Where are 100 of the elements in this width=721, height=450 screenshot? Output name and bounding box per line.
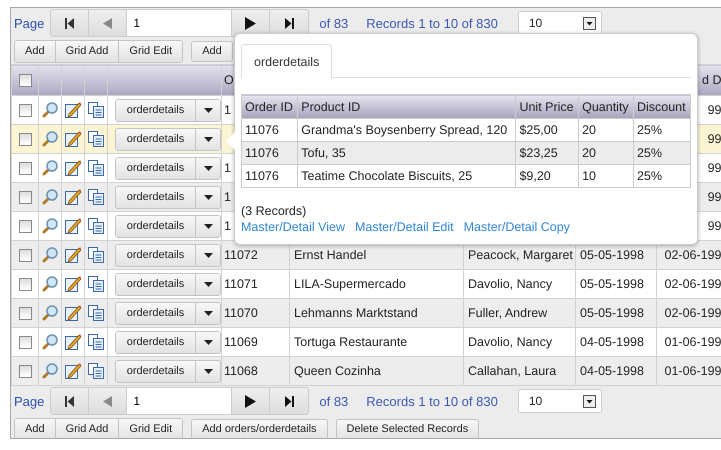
search-icon[interactable] xyxy=(41,275,59,293)
toolbar-button[interactable]: Add orders/orderdetails xyxy=(191,418,328,438)
column-header[interactable]: Quantity xyxy=(578,94,634,118)
detail-button[interactable]: orderdetails xyxy=(116,216,196,236)
dropdown-button[interactable] xyxy=(196,302,220,324)
last-page-button[interactable] xyxy=(270,388,308,414)
dropdown-button[interactable] xyxy=(196,274,220,294)
first-page-button[interactable] xyxy=(51,10,90,36)
detail-link[interactable]: Master/Detail Edit xyxy=(354,220,454,234)
edit-icon[interactable] xyxy=(64,333,82,351)
edit-icon[interactable] xyxy=(64,159,82,177)
column-header[interactable]: Order ID xyxy=(242,94,298,118)
search-icon[interactable] xyxy=(41,304,59,322)
page-size-select[interactable]: 10 xyxy=(518,389,602,413)
copy-icon[interactable] xyxy=(87,217,105,235)
dropdown-button[interactable] xyxy=(196,244,220,266)
row-checkbox[interactable] xyxy=(18,307,32,320)
detail-button[interactable]: orderdetails xyxy=(116,360,196,382)
toolbar-button[interactable]: Grid Edit xyxy=(119,40,182,62)
detail-link[interactable]: Master/Detail Copy xyxy=(464,220,570,234)
edit-icon[interactable] xyxy=(64,246,82,264)
search-icon[interactable] xyxy=(41,362,59,380)
next-page-button[interactable] xyxy=(232,388,270,414)
page-size-select[interactable]: 10 xyxy=(518,11,602,35)
row-checkbox[interactable] xyxy=(18,220,32,234)
edit-icon[interactable] xyxy=(64,304,82,322)
detail-link[interactable]: Master/Detail View xyxy=(241,220,345,234)
detail-button[interactable]: orderdetails xyxy=(116,128,196,150)
edit-icon[interactable] xyxy=(64,217,82,235)
copy-icon[interactable] xyxy=(87,246,105,264)
row-checkbox[interactable] xyxy=(18,249,32,262)
dropdown-button[interactable] xyxy=(196,100,220,120)
toolbar-button[interactable]: Grid Edit xyxy=(119,418,182,438)
detail-button[interactable]: orderdetails xyxy=(116,158,196,178)
search-icon[interactable] xyxy=(41,246,59,264)
search-icon[interactable] xyxy=(41,130,59,148)
toolbar-button[interactable]: Grid Add xyxy=(56,40,120,62)
column-header[interactable]: Discount xyxy=(633,94,690,118)
detail-button[interactable]: orderdetails xyxy=(116,244,196,266)
last-page-icon xyxy=(284,18,294,28)
copy-icon[interactable] xyxy=(87,333,105,351)
search-icon[interactable] xyxy=(41,333,59,351)
column-header[interactable]: d D xyxy=(702,73,721,87)
copy-icon[interactable] xyxy=(87,159,105,177)
tab[interactable]: orderdetails xyxy=(241,44,332,78)
table-cell: 11071 xyxy=(224,277,258,291)
column-header[interactable]: O xyxy=(224,73,234,87)
dropdown-button[interactable] xyxy=(196,158,220,178)
table-cell: 1 xyxy=(224,190,231,204)
row-checkbox[interactable] xyxy=(18,104,32,118)
detail-button[interactable]: orderdetails xyxy=(116,186,196,208)
edit-icon[interactable] xyxy=(64,275,82,293)
select-all-checkbox[interactable] xyxy=(18,74,32,88)
page-input[interactable]: 1 xyxy=(127,10,232,36)
row-checkbox[interactable] xyxy=(18,278,32,292)
copy-icon[interactable] xyxy=(87,304,105,322)
detail-button[interactable]: orderdetails xyxy=(116,100,196,120)
table-cell: LILA-Supermercado xyxy=(294,277,406,291)
edit-icon[interactable] xyxy=(64,362,82,380)
table-cell: 02-06-199 xyxy=(664,248,721,262)
dropdown-button[interactable] xyxy=(196,360,220,382)
detail-button[interactable]: orderdetails xyxy=(116,332,196,352)
toolbar-button[interactable]: Add xyxy=(15,418,56,438)
next-page-button[interactable] xyxy=(232,10,270,36)
column-header[interactable]: Product ID xyxy=(298,94,516,118)
search-icon[interactable] xyxy=(41,159,59,177)
row-checkbox[interactable] xyxy=(18,365,32,378)
dropdown-button[interactable] xyxy=(196,216,220,236)
dropdown-button[interactable] xyxy=(196,186,220,208)
caret-icon xyxy=(204,340,212,344)
detail-button[interactable]: orderdetails xyxy=(116,302,196,324)
dropdown-button[interactable] xyxy=(196,128,220,150)
toolbar-button[interactable]: Add xyxy=(191,40,233,62)
edit-icon[interactable] xyxy=(64,188,82,206)
row-checkbox[interactable] xyxy=(18,336,32,350)
copy-icon[interactable] xyxy=(87,130,105,148)
search-icon[interactable] xyxy=(41,217,59,235)
dropdown-button[interactable] xyxy=(196,332,220,352)
first-page-icon xyxy=(65,18,74,28)
copy-icon[interactable] xyxy=(87,101,105,119)
row-checkbox[interactable] xyxy=(18,191,32,204)
copy-icon[interactable] xyxy=(87,362,105,380)
edit-icon[interactable] xyxy=(64,130,82,148)
page-input[interactable]: 1 xyxy=(127,388,232,414)
toolbar-button[interactable]: Add xyxy=(15,40,56,62)
row-checkbox[interactable] xyxy=(18,162,32,176)
toolbar-button[interactable]: Grid Add xyxy=(56,418,120,438)
copy-icon[interactable] xyxy=(87,188,105,206)
toolbar-button[interactable]: Delete Selected Records xyxy=(336,418,480,438)
search-icon[interactable] xyxy=(41,101,59,119)
edit-icon[interactable] xyxy=(64,101,82,119)
row-checkbox[interactable] xyxy=(18,133,32,146)
table-cell: 99 xyxy=(708,161,721,175)
copy-icon[interactable] xyxy=(87,275,105,293)
search-icon[interactable] xyxy=(41,188,59,206)
caret-icon xyxy=(204,282,212,286)
column-header[interactable]: Unit Price xyxy=(516,94,579,118)
detail-button[interactable]: orderdetails xyxy=(116,274,196,294)
table-cell: 01-06-199 xyxy=(664,335,721,349)
first-page-button[interactable] xyxy=(51,388,90,414)
